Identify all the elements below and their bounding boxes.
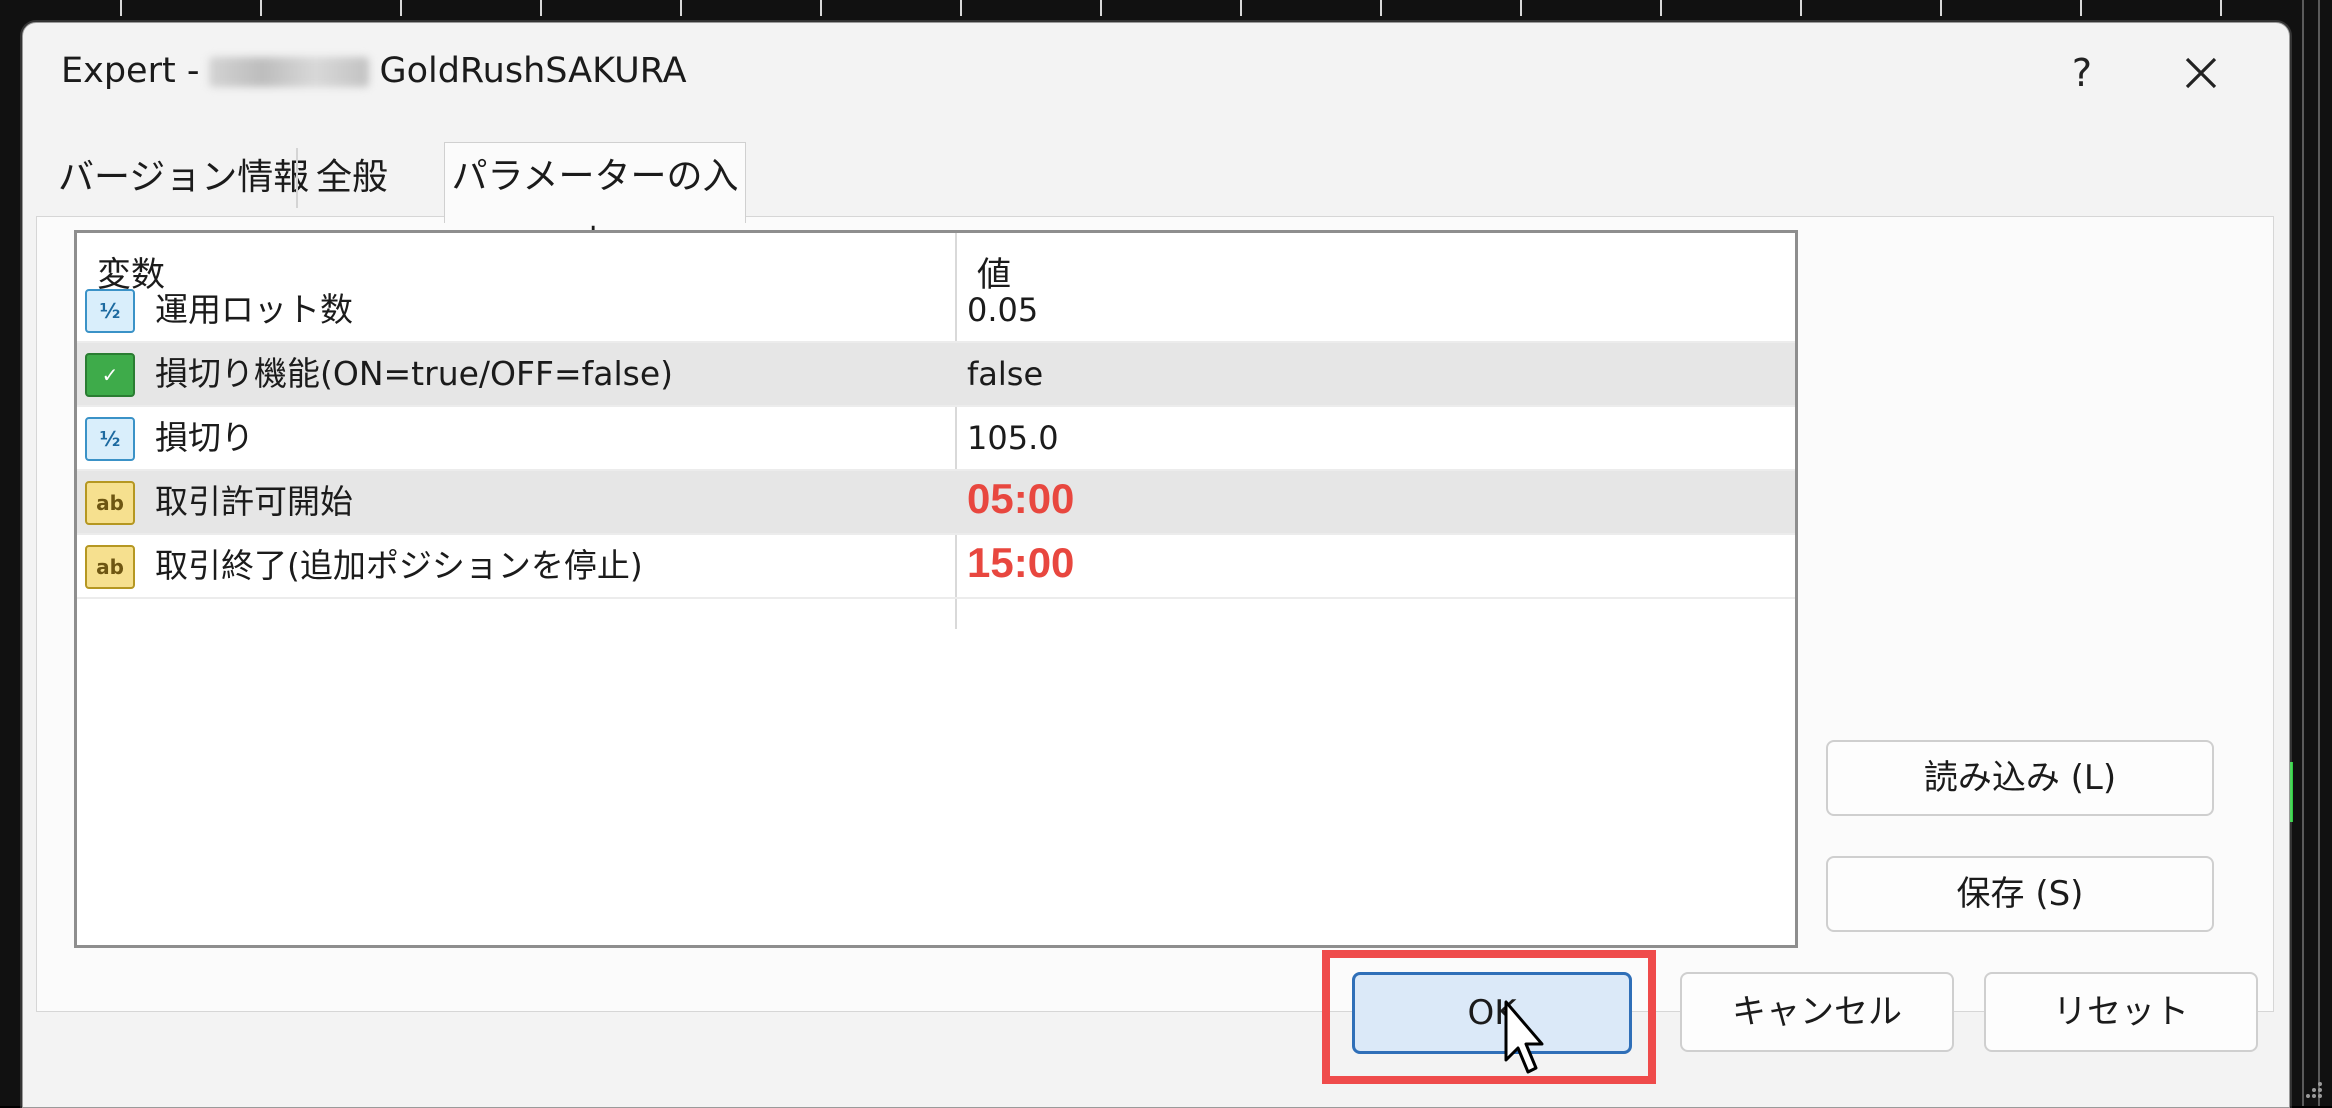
dialog-title: Expert - GoldRushSAKURA: [61, 51, 687, 91]
parameter-name: 損切り機能(ON=true/OFF=false): [155, 354, 673, 393]
parameter-name: 取引終了(追加ポジションを停止): [155, 546, 643, 585]
parameter-value[interactable]: 105.0: [967, 407, 1059, 469]
table-row[interactable]: ab 取引終了(追加ポジションを停止) 15:00: [77, 535, 1795, 599]
reset-button[interactable]: リセット: [1984, 972, 2258, 1052]
dialog-titlebar: Expert - GoldRushSAKURA ?: [23, 23, 2289, 129]
tab-version-info[interactable]: バージョン情報: [58, 148, 309, 208]
dialog-title-prefix: Expert -: [61, 51, 200, 91]
chart-tick: [2080, 0, 2082, 16]
string-type-icon: ab: [85, 545, 135, 589]
chart-tick: [680, 0, 682, 16]
chart-tick: [260, 0, 262, 16]
chart-tick: [1940, 0, 1942, 16]
chart-gridline: [2302, 0, 2304, 1106]
parameter-value-highlighted[interactable]: 15:00: [967, 535, 1074, 597]
close-icon: [2185, 57, 2217, 89]
parameter-name: 取引許可開始: [155, 482, 353, 521]
table-row[interactable]: ½ 損切り 105.0: [77, 407, 1795, 471]
chart-tick: [1100, 0, 1102, 16]
table-row[interactable]: ✓ 損切り機能(ON=true/OFF=false) false: [77, 343, 1795, 407]
tab-divider: [296, 148, 298, 208]
chart-tick: [2220, 0, 2222, 16]
chart-candle: [2290, 762, 2293, 822]
chart-tick: [400, 0, 402, 16]
chart-tick: [1660, 0, 1662, 16]
parameter-value[interactable]: 0.05: [967, 279, 1038, 341]
help-button[interactable]: ?: [2047, 43, 2117, 103]
string-type-icon: ab: [85, 481, 135, 525]
chart-tick: [540, 0, 542, 16]
parameter-name: 運用ロット数: [155, 290, 353, 329]
tab-general[interactable]: 全般: [316, 148, 388, 208]
boolean-type-icon: ✓: [85, 353, 135, 397]
close-button[interactable]: [2161, 43, 2241, 103]
numeric-type-icon: ½: [85, 417, 135, 461]
tab-input-parameters[interactable]: パラメーターの入力: [444, 142, 746, 265]
chart-tick: [820, 0, 822, 16]
save-button[interactable]: 保存 (S): [1826, 856, 2214, 932]
table-row[interactable]: ½ 運用ロット数 0.05: [77, 279, 1795, 343]
chart-tick: [1800, 0, 1802, 16]
chart-gridline: [2318, 0, 2320, 1106]
resize-grip-icon[interactable]: [2300, 1076, 2324, 1100]
ok-button-highlight-frame: [1322, 950, 1656, 1084]
chart-tick: [1380, 0, 1382, 16]
dialog-title-name: GoldRushSAKURA: [379, 51, 687, 91]
parameter-value[interactable]: false: [967, 343, 1043, 405]
parameters-table[interactable]: 変数 値 ½ 運用ロット数 0.05 ✓ 損切り機能(ON=true/OFF=f…: [74, 230, 1798, 948]
table-row[interactable]: ab 取引許可開始 05:00: [77, 471, 1795, 535]
numeric-type-icon: ½: [85, 289, 135, 333]
chart-tick: [120, 0, 122, 16]
parameter-value-highlighted[interactable]: 05:00: [967, 471, 1074, 533]
mouse-cursor-icon: [1504, 1000, 1544, 1074]
parameter-name: 損切り: [155, 418, 254, 457]
cancel-button[interactable]: キャンセル: [1680, 972, 1954, 1052]
chart-tick: [1240, 0, 1242, 16]
chart-tick: [1520, 0, 1522, 16]
load-button[interactable]: 読み込み (L): [1826, 740, 2214, 816]
account-number-redacted: [209, 57, 370, 87]
chart-tick: [960, 0, 962, 16]
